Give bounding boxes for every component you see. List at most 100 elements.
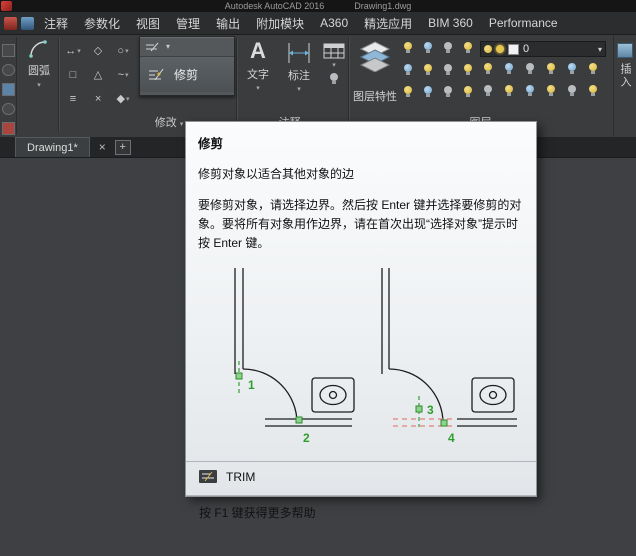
layer-tool-icon[interactable]: [480, 61, 496, 77]
layer-lock-icon[interactable]: [460, 40, 476, 56]
rotate-tool-icon[interactable]: ◇: [86, 39, 110, 62]
layer-select-dropdown[interactable]: 0 ▾: [480, 41, 606, 57]
autocad-window: Autodesk AutoCAD 2016 Drawing1.dwg 注释 参数…: [0, 0, 636, 556]
ribbon-tab-bim360[interactable]: BIM 360: [420, 12, 481, 34]
layer-tool-icon[interactable]: [543, 83, 559, 99]
layer-on-icon[interactable]: [400, 84, 416, 100]
arc-tool[interactable]: 圆弧 ▾: [19, 39, 59, 89]
ribbon-tab-annotate[interactable]: 注释: [36, 12, 76, 34]
layer-prev-icon[interactable]: [420, 62, 436, 78]
layer-match-icon[interactable]: [400, 62, 416, 78]
layer-tool-icon[interactable]: [564, 61, 580, 77]
layer-walk-icon[interactable]: [440, 62, 456, 78]
modify-tool-grid: ↔ ▾ ◇ ○ ▾ □ △ ~ ▾ ≡ × ◆ ▾: [61, 39, 139, 110]
document-title: Drawing1.dwg: [354, 1, 412, 11]
erase-tool-icon[interactable]: ×: [86, 87, 110, 110]
ribbon-tab-output[interactable]: 输出: [208, 12, 248, 34]
layer-freeze-icon[interactable]: [440, 40, 456, 56]
layer-isolate-icon[interactable]: [420, 40, 436, 56]
layer-thaw-icon[interactable]: [460, 62, 476, 78]
insert-block-icon: [617, 43, 633, 58]
trim-tooltip: 修剪 修剪对象以适合其他对象的边 要修剪对象，请选择边界。然后按 Enter 键…: [185, 121, 537, 520]
chevron-down-icon[interactable]: ▾: [166, 42, 170, 51]
chevron-down-icon[interactable]: ▾: [256, 84, 260, 92]
fillet-tool-icon[interactable]: ◆ ▾: [111, 87, 135, 110]
layer-off-icon[interactable]: [400, 40, 416, 56]
layer-current-icon[interactable]: [440, 84, 456, 100]
panel-flyout-arrow-icon: ▾: [179, 121, 184, 128]
layer-state-icon[interactable]: [460, 84, 476, 100]
marker-1: 1: [248, 378, 255, 392]
app-logo-icon[interactable]: [1, 1, 12, 11]
close-tab-icon[interactable]: ×: [96, 140, 109, 154]
app-title: Autodesk AutoCAD 2016: [224, 1, 325, 11]
layer-properties-icon: [359, 41, 391, 72]
ribbon-tab-addins[interactable]: 附加模块: [248, 12, 312, 34]
tooltip-help-text: 按 F1 键获得更多帮助: [199, 505, 316, 520]
trim-command-icon: [199, 470, 217, 484]
ribbon-tab-featured-apps[interactable]: 精选应用: [356, 12, 420, 34]
layer-tool-icon[interactable]: [543, 61, 559, 77]
ribbon-tab-performance[interactable]: Performance: [481, 12, 566, 34]
ribbon-tab-view[interactable]: 视图: [128, 12, 168, 34]
new-tab-button[interactable]: +: [114, 139, 131, 155]
document-tab-drawing1[interactable]: Drawing1*: [15, 137, 90, 157]
copy-tool-icon[interactable]: □: [61, 63, 85, 86]
layer-tool-icon[interactable]: [585, 61, 601, 77]
layer-unlock-icon[interactable]: [420, 84, 436, 100]
region-tool-icon[interactable]: [1, 122, 15, 135]
layer-properties-button[interactable]: [355, 40, 395, 72]
trim-button[interactable]: 修剪: [140, 57, 234, 92]
scale-tool-icon[interactable]: ○ ▾: [111, 39, 135, 62]
arc-label: 圆弧: [28, 65, 50, 77]
tooltip-body: 要修剪对象，请选择边界。然后按 Enter 键并选择要修剪的对象。要将所有对象用…: [198, 198, 522, 251]
layer-tool-icon[interactable]: [585, 83, 601, 99]
ribbon-tab-a360[interactable]: A360: [312, 12, 356, 34]
ribbon-tab-manage[interactable]: 管理: [168, 12, 208, 34]
leader-tool-icon[interactable]: [326, 71, 342, 87]
chevron-down-icon[interactable]: ▾: [297, 85, 301, 93]
workspace-icon[interactable]: [21, 16, 34, 30]
chevron-down-icon[interactable]: ▾: [37, 81, 41, 89]
layer-color-swatch: [508, 43, 519, 55]
layer-properties-label: 图层特性: [353, 91, 397, 103]
layer-sun-icon: [496, 45, 504, 53]
draw-tool-strip: [0, 37, 17, 135]
chevron-down-icon: ▾: [597, 44, 602, 54]
chevron-down-icon[interactable]: ▾: [332, 61, 336, 69]
mirror-tool-icon[interactable]: △: [86, 63, 110, 86]
spline-tool-icon[interactable]: [1, 44, 15, 57]
layer-tool-icon[interactable]: [564, 83, 580, 99]
app-menu-icon[interactable]: [4, 16, 17, 30]
layer-tool-icon[interactable]: [480, 83, 496, 99]
layer-tool-icon[interactable]: [501, 83, 517, 99]
tooltip-title: 修剪: [198, 137, 224, 151]
text-tool[interactable]: A 文字 ▾: [238, 38, 278, 93]
trim-small-icon: [146, 42, 159, 51]
mtext-icon: A: [250, 38, 266, 63]
stretch-tool-icon[interactable]: ~ ▾: [111, 63, 135, 86]
panel-separator: [236, 38, 237, 131]
text-tool-label: 文字: [247, 69, 269, 81]
table-icon: [323, 43, 345, 59]
hatch-tool-icon[interactable]: [1, 83, 15, 96]
dimension-tool[interactable]: 标注 ▾: [278, 38, 320, 93]
layer-tool-icon[interactable]: [522, 83, 538, 99]
move-tool-icon[interactable]: ↔ ▾: [61, 39, 85, 62]
layer-tool-icon[interactable]: [501, 61, 517, 77]
dimension-icon: [288, 43, 310, 63]
tooltip-subtitle: 修剪对象以适合其他对象的边: [198, 167, 355, 181]
array-tool-icon[interactable]: ≡: [61, 87, 85, 110]
ribbon-tab-parametric[interactable]: 参数化: [76, 12, 128, 34]
arc-icon: [29, 40, 47, 58]
command-name: TRIM: [226, 469, 256, 484]
layer-tool-icon[interactable]: [522, 61, 538, 77]
tooltip-command-row: TRIM: [198, 462, 524, 492]
layer-bulb-icon: [484, 45, 492, 53]
table-tool[interactable]: ▾: [320, 38, 348, 93]
ellipse-tool-icon[interactable]: [1, 102, 15, 116]
document-tab-label: Drawing1*: [27, 141, 78, 154]
insert-panel-stub[interactable]: 插入: [613, 35, 636, 137]
trim-flyout-header[interactable]: ▾: [140, 37, 234, 57]
circle-tool-icon[interactable]: [1, 63, 15, 77]
